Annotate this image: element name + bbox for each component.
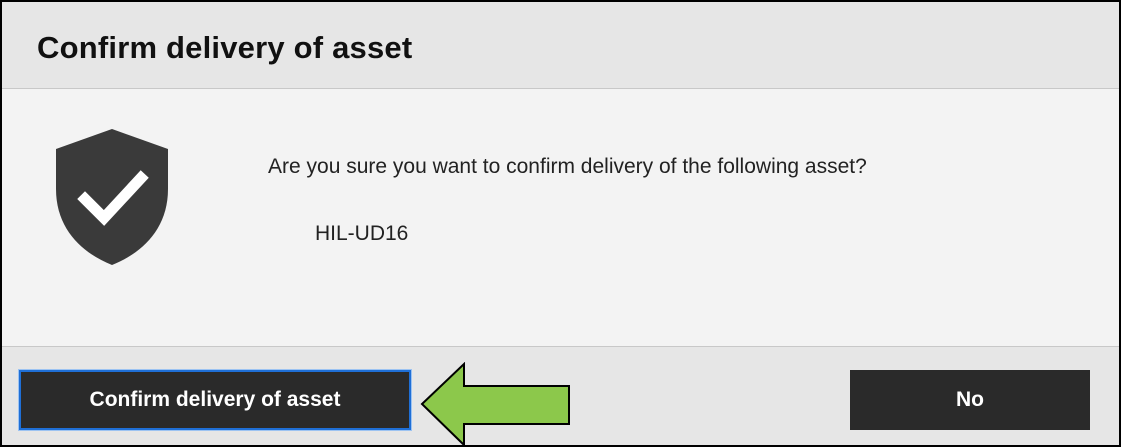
shield-check-icon [56, 129, 168, 265]
dialog-header: Confirm delivery of asset [2, 2, 1119, 89]
confirmation-message: Are you sure you want to confirm deliver… [268, 155, 867, 178]
dialog-title: Confirm delivery of asset [37, 30, 413, 65]
green-arrow-icon [420, 362, 570, 447]
dialog-body: Are you sure you want to confirm deliver… [2, 89, 1119, 346]
no-button[interactable]: No [850, 370, 1090, 430]
confirm-delivery-button[interactable]: Confirm delivery of asset [18, 369, 412, 431]
asset-name: HIL-UD16 [315, 222, 409, 245]
